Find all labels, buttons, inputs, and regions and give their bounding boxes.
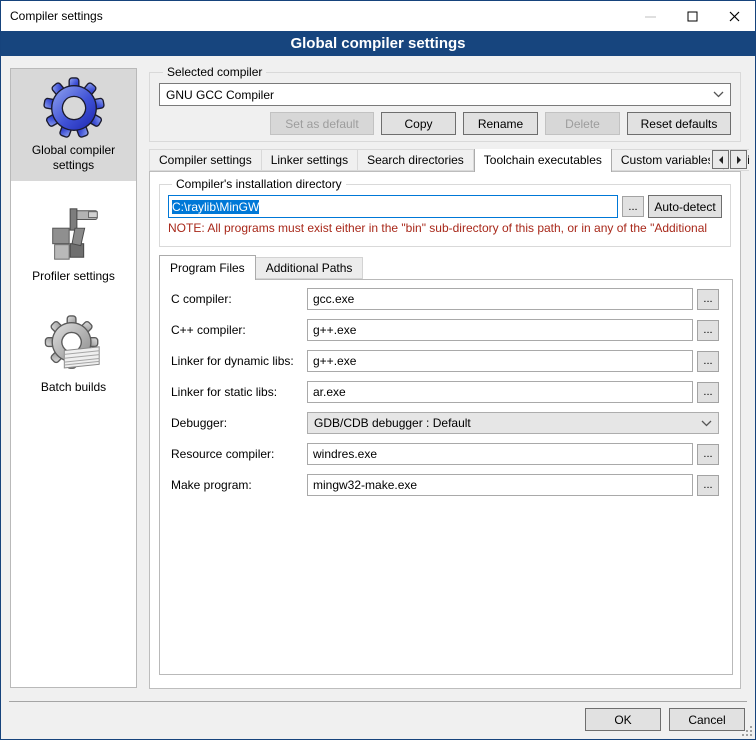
arrow-left-icon <box>718 156 724 164</box>
sidebar-spacer <box>11 292 136 306</box>
chevron-down-icon <box>713 91 724 98</box>
installation-directory-input[interactable]: C:\raylib\MinGW <box>168 195 618 218</box>
arrow-right-icon <box>736 156 742 164</box>
make-program-browse-button[interactable]: ... <box>697 475 719 496</box>
debugger-select-value: GDB/CDB debugger : Default <box>314 416 701 430</box>
installation-directory-browse-button[interactable]: ... <box>622 196 644 217</box>
footer-separator <box>9 701 747 702</box>
cpp-compiler-input[interactable] <box>307 319 693 341</box>
cpp-compiler-label: C++ compiler: <box>171 323 307 337</box>
selected-compiler-legend: Selected compiler <box>163 65 266 79</box>
page-title: Global compiler settings <box>1 31 755 56</box>
minimize-icon <box>645 11 656 22</box>
caliper-tool-icon <box>43 203 105 265</box>
c-compiler-browse-button[interactable]: ... <box>697 289 719 310</box>
delete-button: Delete <box>545 112 620 135</box>
field-row-static-linker: Linker for static libs: ... <box>171 381 719 403</box>
compiler-select[interactable]: GNU GCC Compiler <box>159 83 731 106</box>
rename-button[interactable]: Rename <box>463 112 538 135</box>
tab-compiler-settings[interactable]: Compiler settings <box>149 149 262 171</box>
installation-directory-value: C:\raylib\MinGW <box>172 200 259 214</box>
compiler-settings-window: Compiler settings Global compiler settin… <box>0 0 756 740</box>
set-as-default-button: Set as default <box>270 112 374 135</box>
sidebar-item-label: Global compiler settings <box>15 143 132 173</box>
toolchain-subtabstrip: Program Files Additional Paths <box>159 257 363 280</box>
tab-scrollers <box>710 150 747 169</box>
resource-compiler-browse-button[interactable]: ... <box>697 444 719 465</box>
debugger-label: Debugger: <box>171 416 307 430</box>
copy-button[interactable]: Copy <box>381 112 456 135</box>
tab-scroll-left-button[interactable] <box>712 150 729 169</box>
field-row-c-compiler: C compiler: ... <box>171 288 719 310</box>
minimize-button <box>629 1 671 31</box>
cpp-compiler-browse-button[interactable]: ... <box>697 320 719 341</box>
close-button[interactable] <box>713 1 755 31</box>
selected-compiler-group: Selected compiler GNU GCC Compiler Set a… <box>149 65 741 142</box>
compiler-select-value: GNU GCC Compiler <box>166 88 713 102</box>
sidebar-item-batch-builds[interactable]: Batch builds <box>11 306 136 403</box>
titlebar: Compiler settings <box>1 1 755 31</box>
reset-defaults-button[interactable]: Reset defaults <box>627 112 731 135</box>
ok-button[interactable]: OK <box>585 708 661 731</box>
static-linker-input[interactable] <box>307 381 693 403</box>
cancel-button[interactable]: Cancel <box>669 708 745 731</box>
close-icon <box>729 11 740 22</box>
resource-compiler-input[interactable] <box>307 443 693 465</box>
settings-category-list: Global compiler settings Profiler settin… <box>10 68 137 688</box>
tab-scroll-right-button[interactable] <box>730 150 747 169</box>
static-linker-browse-button[interactable]: ... <box>697 382 719 403</box>
gray-gear-stack-icon <box>43 314 105 376</box>
field-row-debugger: Debugger: GDB/CDB debugger : Default <box>171 412 719 434</box>
maximize-icon <box>687 11 698 22</box>
compiler-buttons-row: Set as default Copy Rename Delete Reset … <box>159 112 731 135</box>
installation-directory-group: Compiler's installation directory C:\ray… <box>159 177 731 247</box>
installation-note: NOTE: All programs must exist either in … <box>168 221 722 235</box>
window-title: Compiler settings <box>1 9 103 23</box>
subtab-program-files[interactable]: Program Files <box>159 255 256 280</box>
maximize-button[interactable] <box>671 1 713 31</box>
dynamic-linker-browse-button[interactable]: ... <box>697 351 719 372</box>
subtab-additional-paths[interactable]: Additional Paths <box>256 257 364 279</box>
static-linker-label: Linker for static libs: <box>171 385 307 399</box>
blue-gear-icon <box>43 77 105 139</box>
sidebar-item-global-compiler-settings[interactable]: Global compiler settings <box>11 69 136 181</box>
field-row-make-program: Make program: ... <box>171 474 719 496</box>
field-row-dynamic-linker: Linker for dynamic libs: ... <box>171 350 719 372</box>
toolchain-executables-page: Compiler's installation directory C:\ray… <box>149 171 741 689</box>
tab-custom-variables[interactable]: Custom variables <box>612 149 724 171</box>
sidebar-spacer <box>11 181 136 195</box>
window-controls <box>629 1 755 31</box>
tab-search-directories[interactable]: Search directories <box>358 149 474 171</box>
tab-toolchain-executables[interactable]: Toolchain executables <box>474 149 612 172</box>
sidebar-item-label: Profiler settings <box>15 269 132 284</box>
installation-directory-legend: Compiler's installation directory <box>172 177 346 191</box>
settings-tabstrip: Compiler settings Linker settings Search… <box>149 149 749 172</box>
make-program-label: Make program: <box>171 478 307 492</box>
resource-compiler-label: Resource compiler: <box>171 447 307 461</box>
make-program-input[interactable] <box>307 474 693 496</box>
installation-directory-row: C:\raylib\MinGW ... Auto-detect <box>168 195 722 218</box>
auto-detect-button[interactable]: Auto-detect <box>648 195 722 218</box>
c-compiler-label: C compiler: <box>171 292 307 306</box>
sidebar-item-profiler-settings[interactable]: Profiler settings <box>11 195 136 292</box>
c-compiler-input[interactable] <box>307 288 693 310</box>
sidebar-item-label: Batch builds <box>15 380 132 395</box>
program-files-page: C compiler: ... C++ compiler: ... Linker… <box>159 279 733 675</box>
resize-grip-icon[interactable] <box>742 726 752 736</box>
field-row-resource-compiler: Resource compiler: ... <box>171 443 719 465</box>
debugger-select[interactable]: GDB/CDB debugger : Default <box>307 412 719 434</box>
dynamic-linker-input[interactable] <box>307 350 693 372</box>
dynamic-linker-label: Linker for dynamic libs: <box>171 354 307 368</box>
chevron-down-icon <box>701 420 712 427</box>
tab-linker-settings[interactable]: Linker settings <box>262 149 358 171</box>
field-row-cpp-compiler: C++ compiler: ... <box>171 319 719 341</box>
